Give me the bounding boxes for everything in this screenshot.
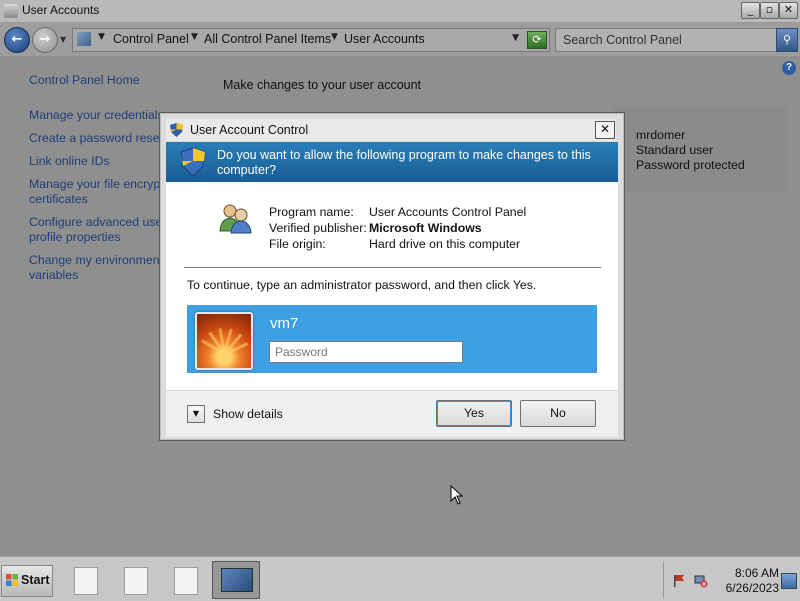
sidebar-item-control-panel-home[interactable]: Control Panel Home <box>29 73 140 87</box>
breadcrumb-control-panel[interactable]: Control Panel <box>113 32 189 46</box>
search-placeholder: Search Control Panel <box>563 33 682 47</box>
sidebar-item-label: Manage your file encryption <box>29 177 159 191</box>
breadcrumb-all-items[interactable]: All Control Panel Items <box>204 32 331 46</box>
program-name-label: Program name: <box>269 205 354 219</box>
taskbar-document-icon[interactable] <box>74 567 98 595</box>
sidebar-item-label: profile properties <box>29 230 121 244</box>
window-title: User Accounts <box>22 3 100 17</box>
search-icon[interactable]: ⚲ <box>776 28 798 52</box>
address-toolbar: ← → ▼ ▼ Control Panel ▼ All Control Pane… <box>0 23 800 56</box>
window-title-bar: User Accounts _ ▫ ✕ <box>0 0 800 23</box>
sidebar-item-environment-variables[interactable]: Change my environment variables <box>29 253 159 283</box>
uac-title-bar: User Account Control ✕ <box>166 119 616 141</box>
account-type: Standard user <box>636 143 714 157</box>
uac-close-button[interactable]: ✕ <box>595 121 615 139</box>
breadcrumb-user-accounts[interactable]: User Accounts <box>344 32 425 46</box>
uac-instruction: To continue, type an administrator passw… <box>187 278 537 292</box>
control-panel-icon <box>77 32 91 46</box>
clock-time: 8:06 AM <box>734 566 779 580</box>
sidebar-item-manage-credentials[interactable]: Manage your credentials <box>29 108 159 122</box>
breadcrumb-separator-icon[interactable]: ▼ <box>191 32 198 42</box>
program-name-value: User Accounts Control Panel <box>369 205 527 219</box>
minimize-button[interactable]: _ <box>741 2 760 19</box>
show-details-toggle[interactable]: ▼ <box>187 405 205 423</box>
system-tray: 8:06 AM 6/26/2023 <box>663 561 800 599</box>
taskbar: Start 8:06 AM 6/26/2023 <box>0 556 800 601</box>
start-button[interactable]: Start <box>1 565 53 597</box>
network-error-icon[interactable] <box>694 574 708 588</box>
user-accounts-icon <box>4 4 18 18</box>
taskbar-document-icon[interactable] <box>124 567 148 595</box>
show-details-label[interactable]: Show details <box>213 407 283 421</box>
no-button[interactable]: No <box>520 400 596 427</box>
uac-dialog: User Account Control ✕ Do you want to al… <box>159 112 625 441</box>
back-arrow-icon: ← <box>11 32 23 47</box>
uac-content: Do you want to allow the following progr… <box>166 142 618 437</box>
publisher-label: Verified publisher: <box>269 221 367 235</box>
close-window-button[interactable]: ✕ <box>779 2 798 19</box>
sidebar-item-label: Change my environment <box>29 253 159 267</box>
page-heading: Make changes to your user account <box>223 78 422 92</box>
yes-button[interactable]: Yes <box>436 400 512 427</box>
control-panel-icon <box>221 568 253 592</box>
search-input[interactable]: Search Control Panel <box>555 28 777 52</box>
uac-shield-icon <box>170 123 183 137</box>
windows-logo-icon <box>6 574 18 586</box>
account-name: mrdomer <box>636 128 686 142</box>
refresh-button[interactable]: ⟳ <box>527 31 547 49</box>
sidebar-item-advanced-profile[interactable]: Configure advanced user profile properti… <box>29 215 159 245</box>
divider <box>184 267 601 268</box>
start-label: Start <box>21 573 50 587</box>
sidebar-item-label: certificates <box>29 192 88 206</box>
publisher-value: Microsoft Windows <box>369 221 482 235</box>
help-icon[interactable]: ? <box>782 61 796 75</box>
file-origin-value: Hard drive on this computer <box>369 237 521 251</box>
uac-question: Do you want to allow the following progr… <box>217 148 591 177</box>
credential-tile[interactable]: vm7 <box>187 305 597 373</box>
file-origin-label: File origin: <box>269 237 326 251</box>
taskbar-document-icon[interactable] <box>174 567 198 595</box>
breadcrumb-separator-icon[interactable]: ▼ <box>98 32 105 42</box>
avatar <box>195 312 253 370</box>
back-button[interactable]: ← <box>4 27 30 53</box>
address-dropdown-icon[interactable]: ▼ <box>512 33 519 43</box>
uac-footer: ▼ Show details Yes No <box>166 390 618 437</box>
uac-large-shield-icon <box>180 147 206 177</box>
sidebar-item-password-reset[interactable]: Create a password reset disk <box>29 131 159 145</box>
sidebar-item-label: variables <box>29 268 79 282</box>
users-program-icon <box>219 204 252 234</box>
uac-banner: Do you want to allow the following progr… <box>166 142 618 182</box>
account-password-status: Password protected <box>636 158 745 172</box>
sidebar-item-label: Configure advanced user <box>29 215 159 229</box>
show-desktop-button[interactable] <box>781 573 797 589</box>
taskbar-control-panel-button[interactable] <box>212 561 260 599</box>
credential-username: vm7 <box>270 315 299 332</box>
action-center-flag-icon[interactable] <box>672 574 686 588</box>
mouse-cursor-icon <box>450 485 464 505</box>
clock-date: 6/26/2023 <box>725 581 779 595</box>
recent-pages-dropdown-icon[interactable]: ▼ <box>60 35 66 44</box>
uac-title: User Account Control <box>190 123 309 137</box>
password-field[interactable] <box>269 341 463 363</box>
account-summary: mrdomer Standard user Password protected <box>612 106 787 191</box>
breadcrumb-separator-icon[interactable]: ▼ <box>331 32 338 42</box>
maximize-button[interactable]: ▫ <box>760 2 779 19</box>
sidebar-item-file-encryption[interactable]: Manage your file encryption certificates <box>29 177 159 207</box>
clock[interactable]: 8:06 AM 6/26/2023 <box>717 566 779 596</box>
forward-button[interactable]: → <box>32 27 58 53</box>
address-bar[interactable]: ▼ Control Panel ▼ All Control Panel Item… <box>72 28 550 52</box>
forward-arrow-icon: → <box>39 32 51 47</box>
sidebar-item-link-online-ids[interactable]: Link online IDs <box>29 154 110 168</box>
